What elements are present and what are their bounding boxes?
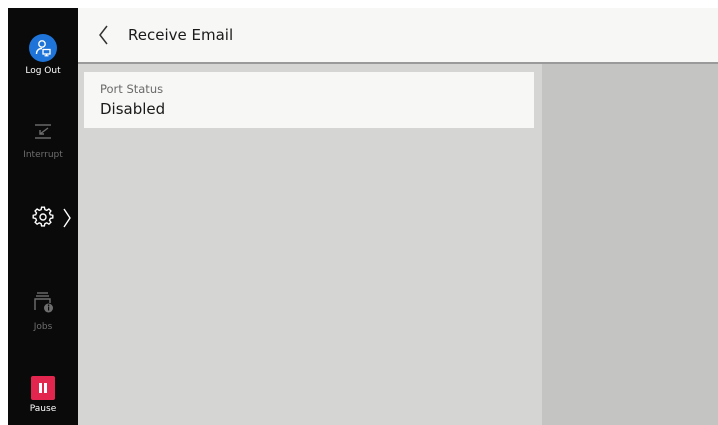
interrupt-button[interactable]: Interrupt [8, 120, 78, 160]
jobs-info-icon [31, 292, 55, 318]
back-button[interactable] [92, 22, 116, 48]
gear-icon [32, 206, 54, 232]
detail-panel [542, 64, 718, 425]
port-status-label: Port Status [100, 82, 164, 96]
interrupt-icon [31, 124, 55, 146]
logout-label: Log Out [25, 66, 61, 76]
port-status-value: Disabled [100, 100, 166, 118]
pause-label: Pause [29, 404, 57, 414]
pause-button[interactable]: Pause [8, 376, 78, 414]
chevron-left-icon [92, 25, 116, 52]
jobs-button[interactable]: Jobs [8, 290, 78, 332]
settings-button[interactable] [8, 206, 78, 232]
user-device-icon [29, 34, 57, 62]
settings-list-panel: Port Status Disabled [78, 64, 542, 425]
app-frame: Log Out Interrupt Jobs Pause Receive Ema… [8, 8, 718, 425]
interrupt-label: Interrupt [23, 150, 63, 160]
sidebar: Log Out Interrupt Jobs Pause [8, 8, 78, 425]
jobs-label: Jobs [33, 322, 53, 332]
port-status-item[interactable]: Port Status Disabled [84, 72, 534, 128]
page-title: Receive Email [128, 26, 234, 44]
pause-icon [31, 376, 55, 400]
chevron-right-icon [62, 207, 72, 233]
logout-button[interactable]: Log Out [8, 34, 78, 76]
page-header: Receive Email [78, 8, 718, 64]
